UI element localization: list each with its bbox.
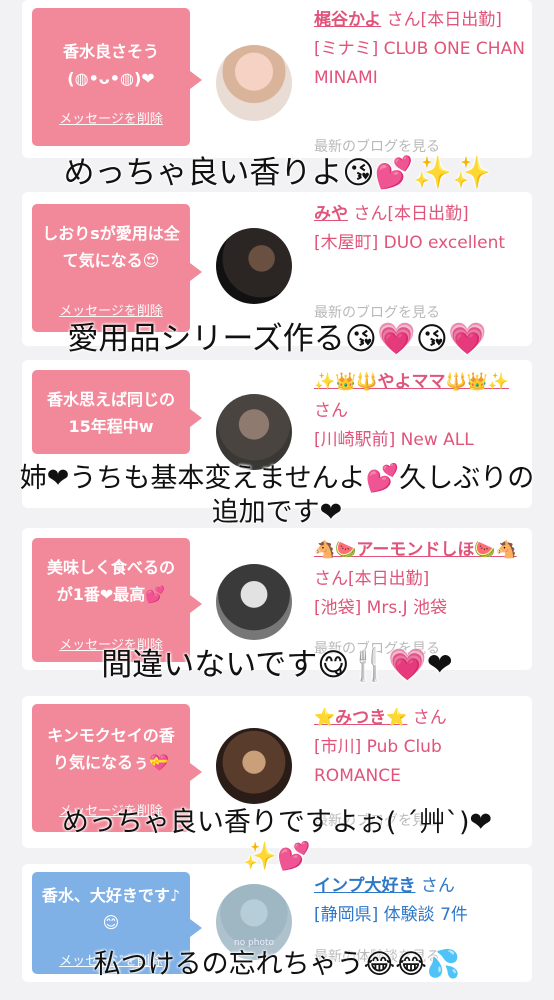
message-bubble: しおりsが愛用は全て気になる😍 メッセージを削除 [32, 204, 202, 332]
shop-name[interactable]: [ミナミ] CLUB ONE CHAN MINAMI [314, 35, 526, 93]
overlay-caption: 愛用品シリーズ作る😘💗😘💗 [67, 321, 487, 357]
overlay-caption: めっちゃ良い香りよ😘💕✨✨ [63, 155, 491, 191]
message-text: しおりsが愛用は全て気になる😍 [42, 224, 180, 270]
delete-message-link[interactable]: メッセージを削除 [32, 300, 190, 319]
blog-link[interactable]: 最新のブログを見る [314, 136, 440, 156]
delete-message-link[interactable]: メッセージを削除 [32, 108, 190, 127]
blog-link[interactable]: 最新のブログを見る [314, 302, 440, 322]
profile-status: さん[本日出勤] [386, 10, 502, 30]
message-text: 香水、大好きです♪😊 [41, 886, 181, 932]
message-text: 美味しく食べるのが1番❤最高💕 [46, 558, 175, 604]
profile-info: インプ大好き さん [静岡県] 体験談 7件 [314, 872, 526, 930]
profile-info: みや さん[本日出勤] [木屋町] DUO excellent [314, 200, 526, 258]
avatar[interactable] [216, 728, 292, 804]
profile-info: ⭐みつき⭐ さん [市川] Pub Club ROMANCE [314, 704, 526, 791]
message-bubble: 香水思えば同じの15年程中w [32, 370, 202, 454]
shop-name[interactable]: [静岡県] 体験談 7件 [314, 901, 526, 930]
message-text: キンモクセイの香り気になるぅ💝 [47, 726, 175, 772]
overlay-caption: 姉❤うちも基本変えませんよ💕久しぶりの追加です❤ [19, 463, 535, 528]
overlay-caption: 間違いないです😋🍴💗❤ [101, 647, 453, 683]
profile-status: さん[本日出勤] [353, 204, 469, 224]
shop-name[interactable]: [木屋町] DUO excellent [314, 229, 526, 258]
profile-name[interactable]: みや [314, 204, 348, 224]
shop-name[interactable]: [川崎駅前] New ALL [314, 426, 526, 455]
profile-info: 梶谷かよ さん[本日出勤] [ミナミ] CLUB ONE CHAN MINAMI [314, 6, 526, 93]
profile-status: さん [412, 708, 447, 728]
message-bubble: 美味しく食べるのが1番❤最高💕 メッセージを削除 [32, 538, 202, 662]
profile-status: さん [314, 401, 348, 421]
no-photo-label: no photo [233, 938, 275, 948]
avatar[interactable] [216, 564, 292, 640]
profile-name[interactable]: 梶谷かよ [314, 10, 381, 30]
profile-status: さん[本日出勤] [314, 569, 430, 589]
shop-name[interactable]: [池袋] Mrs.J 池袋 [314, 594, 526, 623]
overlay-caption: 私つけるの忘れちゃう😂😂💦 [93, 949, 461, 980]
profile-name[interactable]: インプ大好き [314, 876, 416, 896]
shop-name[interactable]: [市川] Pub Club ROMANCE [314, 733, 526, 791]
message-card: 香水良さそう(◍•ᴗ•◍)❤ メッセージを削除 梶谷かよ さん[本日出勤] [ミ… [22, 0, 532, 158]
message-feed: 香水良さそう(◍•ᴗ•◍)❤ メッセージを削除 梶谷かよ さん[本日出勤] [ミ… [0, 0, 554, 1000]
profile-info: 🐴🍉アーモンドしほ🍉🐴 さん[本日出勤] [池袋] Mrs.J 池袋 [314, 536, 526, 623]
avatar[interactable] [216, 228, 292, 304]
message-bubble: 香水良さそう(◍•ᴗ•◍)❤ メッセージを削除 [32, 8, 202, 146]
message-text: 香水良さそう(◍•ᴗ•◍)❤ [62, 42, 159, 88]
profile-info: ✨👑🔱やよママ🔱👑✨ さん [川崎駅前] New ALL [314, 368, 526, 455]
profile-status: さん [420, 876, 455, 896]
avatar[interactable] [216, 45, 292, 121]
profile-name[interactable]: ⭐みつき⭐ [314, 708, 407, 728]
message-text: 香水思えば同じの15年程中w [46, 390, 175, 436]
profile-name[interactable]: 🐴🍉アーモンドしほ🍉🐴 [314, 540, 517, 560]
avatar[interactable] [216, 394, 292, 470]
overlay-caption: めっちゃ良い香りですよぉ( ´艸`)❤✨💕 [61, 807, 493, 872]
profile-name[interactable]: ✨👑🔱やよママ🔱👑✨ [314, 372, 509, 392]
